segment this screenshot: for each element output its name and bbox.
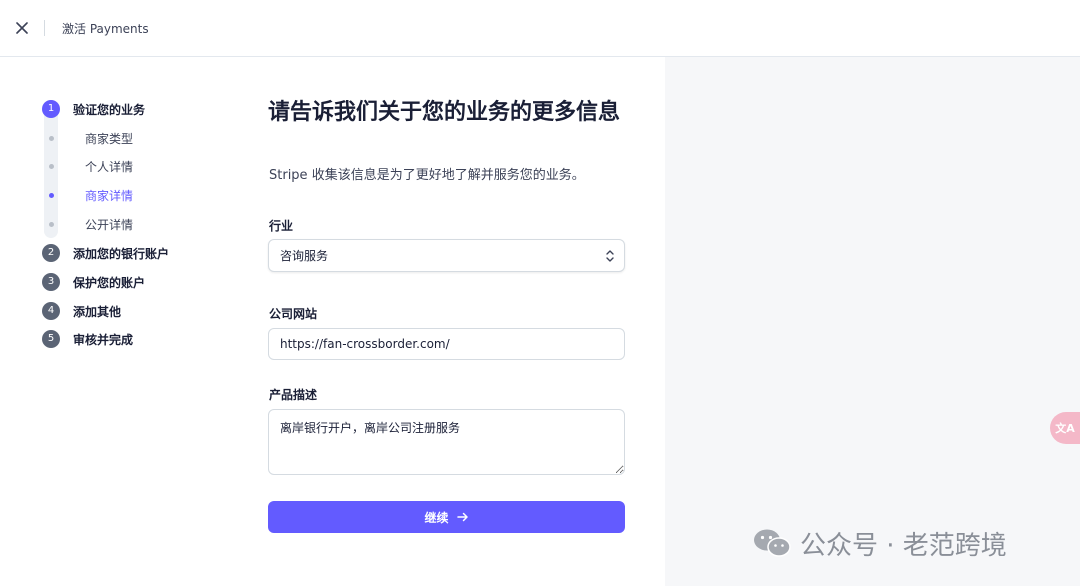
substep-label: 商家类型 — [85, 131, 134, 146]
top-bar: 激活 Payments — [0, 0, 1080, 57]
step-add-extras[interactable]: 4 添加其他 — [42, 301, 121, 321]
step-secure-account[interactable]: 3 保护您的账户 — [42, 272, 145, 292]
preview-panel — [665, 57, 1080, 586]
form-heading: 请告诉我们关于您的业务的更多信息 — [268, 100, 621, 125]
substep-business-type[interactable]: 商家类型 — [42, 128, 133, 148]
translate-icon: 文A — [1055, 422, 1075, 435]
step-number: 3 — [42, 273, 60, 291]
industry-selected-value: 咨询服务 — [280, 249, 329, 263]
substep-dot — [49, 221, 54, 227]
industry-select[interactable]: 咨询服务 — [268, 239, 625, 272]
step-review-submit[interactable]: 5 审核并完成 — [42, 329, 133, 349]
step-number: 1 — [42, 100, 60, 118]
step-label: 添加其他 — [73, 304, 122, 319]
description-textarea[interactable]: 离岸银行开户，离岸公司注册服务 — [268, 409, 625, 475]
continue-label: 继续 — [424, 510, 449, 525]
step-label: 添加您的银行账户 — [73, 246, 170, 261]
watermark-text: 公众号 · 老范跨境 — [800, 530, 1007, 561]
page-title: 激活 Payments — [62, 22, 149, 36]
step-number: 2 — [42, 244, 60, 262]
substep-label: 商家详情 — [85, 188, 134, 203]
substep-public-details[interactable]: 公开详情 — [42, 214, 133, 234]
translate-button[interactable]: 文A — [1050, 412, 1080, 444]
step-verify-business[interactable]: 1 验证您的业务 — [42, 99, 145, 119]
substep-business-details[interactable]: 商家详情 — [42, 185, 133, 205]
form-subheading: Stripe 收集该信息是为了更好地了解并服务您的业务。 — [269, 168, 585, 183]
substep-personal-details[interactable]: 个人详情 — [42, 156, 133, 176]
step-label: 审核并完成 — [73, 332, 134, 347]
step-label: 保护您的账户 — [73, 275, 146, 290]
step-add-bank-account[interactable]: 2 添加您的银行账户 — [42, 243, 169, 263]
substep-label: 公开详情 — [85, 217, 134, 232]
substep-dot — [49, 163, 54, 169]
website-label: 公司网站 — [269, 307, 318, 321]
continue-button[interactable]: 继续 — [268, 501, 625, 533]
substep-dot — [49, 135, 54, 141]
substep-label: 个人详情 — [85, 159, 134, 174]
topbar-divider — [44, 20, 45, 36]
description-label: 产品描述 — [269, 388, 318, 402]
step-label: 验证您的业务 — [73, 102, 146, 117]
wechat-icon — [754, 529, 791, 557]
close-button[interactable] — [12, 18, 32, 38]
website-input[interactable] — [268, 328, 625, 360]
step-number: 5 — [42, 330, 60, 348]
close-icon — [16, 22, 28, 34]
step-number: 4 — [42, 302, 60, 320]
industry-label: 行业 — [269, 219, 294, 233]
arrow-right-icon — [456, 512, 469, 522]
chevron-up-down-icon — [606, 250, 614, 262]
substep-dot — [49, 192, 54, 198]
watermark: 公众号 · 老范跨境 — [752, 526, 1007, 561]
